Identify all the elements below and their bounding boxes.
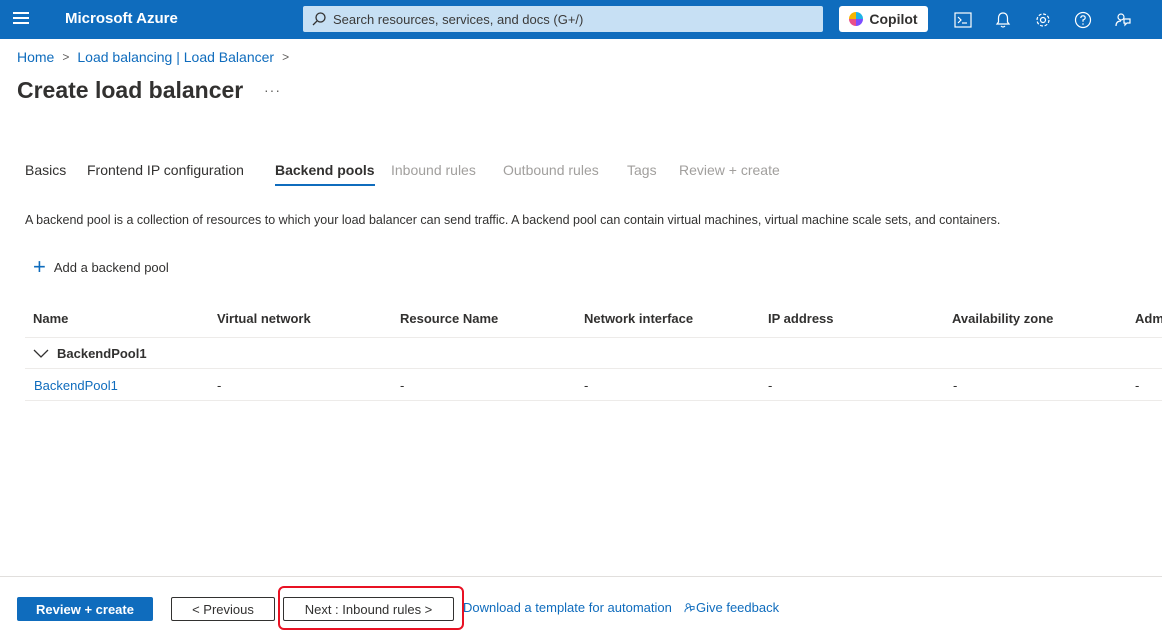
breadcrumb-home[interactable]: Home [17, 49, 54, 65]
page-title: Create load balancer [17, 77, 244, 103]
add-backend-pool-button[interactable]: + Add a backend pool [33, 254, 169, 279]
breadcrumb-separator: > [282, 50, 290, 64]
previous-button[interactable]: < Previous [171, 597, 275, 621]
plus-icon: + [33, 254, 46, 279]
download-template-link[interactable]: Download a template for automation [463, 600, 672, 615]
group-label: BackendPool1 [57, 346, 147, 361]
table-group-header: BackendPool1 [25, 338, 1162, 369]
copilot-icon [849, 12, 864, 26]
feedback-icon [684, 603, 695, 613]
tab-review-create: Review + create [679, 162, 780, 178]
feedback-icon[interactable] [1113, 10, 1133, 30]
search-icon [312, 12, 326, 26]
tab-outbound-rules: Outbound rules [503, 162, 599, 178]
column-header-admin: Admin [1135, 311, 1162, 326]
chevron-down-icon[interactable] [33, 346, 49, 360]
global-search-box[interactable] [303, 6, 823, 32]
help-icon[interactable] [1073, 10, 1093, 30]
next-inbound-rules-button[interactable]: Next : Inbound rules > [283, 597, 454, 621]
more-options-button[interactable]: ··· [264, 82, 281, 98]
cell-virtual-network: - [217, 378, 222, 393]
hamburger-icon[interactable] [13, 12, 29, 26]
tab-inbound-rules: Inbound rules [391, 162, 476, 178]
search-input[interactable] [333, 11, 813, 27]
table-header-row: Name Virtual network Resource Name Netwo… [25, 300, 1162, 338]
backend-pools-table: Name Virtual network Resource Name Netwo… [25, 300, 1162, 401]
column-header-availability-zone: Availability zone [952, 311, 1054, 326]
gear-icon[interactable] [1033, 10, 1053, 30]
bell-icon[interactable] [993, 10, 1013, 30]
cell-network-interface: - [584, 378, 589, 393]
tab-tags: Tags [627, 162, 657, 178]
tab-frontend-ip-configuration[interactable]: Frontend IP configuration [87, 162, 244, 178]
column-header-resource-name: Resource Name [400, 311, 499, 326]
give-feedback-link[interactable]: Give feedback [684, 600, 779, 615]
cell-resource-name: - [400, 378, 405, 393]
column-header-name: Name [33, 311, 69, 326]
breadcrumb-load-balancing[interactable]: Load balancing | Load Balancer [77, 49, 274, 65]
review-create-button[interactable]: Review + create [17, 597, 153, 621]
give-feedback-label: Give feedback [696, 600, 780, 615]
copilot-button[interactable]: Copilot [839, 6, 928, 32]
cloud-shell-icon[interactable] [953, 10, 973, 30]
column-header-virtual-network: Virtual network [217, 311, 311, 326]
top-navigation-bar: Microsoft Azure Copilot [0, 0, 1162, 39]
column-header-network-interface: Network interface [584, 311, 694, 326]
tab-backend-pools[interactable]: Backend pools [275, 162, 375, 186]
backend-pool-name-link[interactable]: BackendPool1 [34, 378, 118, 393]
cell-availability-zone: - [953, 378, 958, 393]
tab-basics[interactable]: Basics [25, 162, 66, 178]
breadcrumb-separator: > [62, 50, 70, 64]
copilot-label: Copilot [869, 11, 918, 27]
column-header-ip-address: IP address [768, 311, 834, 326]
breadcrumb: Home > Load balancing | Load Balancer > [17, 49, 297, 65]
backend-pool-description: A backend pool is a collection of resour… [25, 213, 1001, 227]
table-row: BackendPool1 - - - - - - [25, 369, 1162, 401]
cell-ip-address: - [768, 378, 773, 393]
brand-name[interactable]: Microsoft Azure [65, 10, 178, 27]
footer-action-bar: Review + create < Previous Next : Inboun… [0, 576, 1162, 639]
cell-admin: - [1135, 378, 1140, 393]
add-backend-pool-label: Add a backend pool [53, 259, 169, 275]
